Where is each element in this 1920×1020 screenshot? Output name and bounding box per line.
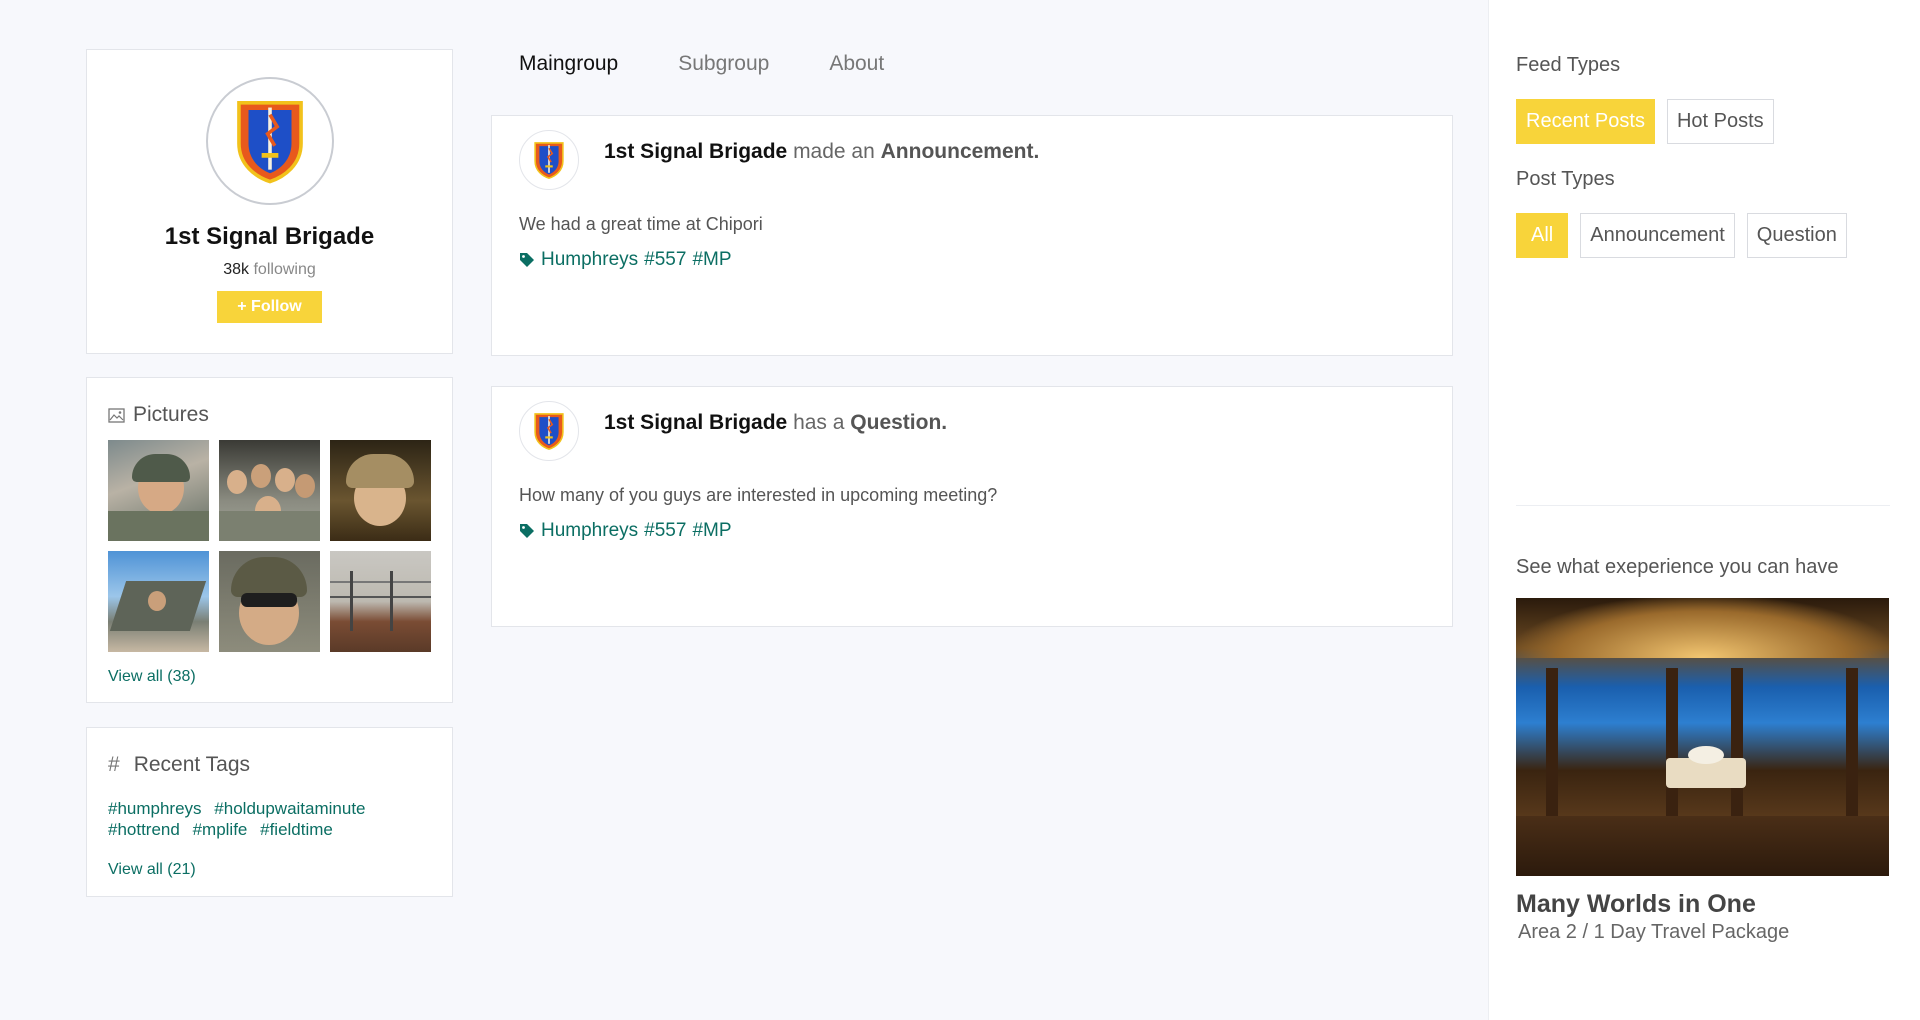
post-tag[interactable]: #557	[644, 520, 686, 542]
following-number: 38k	[223, 261, 250, 278]
post-author[interactable]: 1st Signal Brigade	[604, 411, 787, 434]
post-verb: made an	[793, 140, 875, 163]
shield-icon	[533, 140, 565, 180]
picture-thumb[interactable]	[108, 551, 209, 652]
picture-thumb[interactable]	[330, 440, 431, 541]
picture-grid	[108, 440, 431, 652]
post-body: How many of you guys are interested in u…	[519, 485, 998, 505]
tab-subgroup[interactable]: Subgroup	[678, 52, 769, 76]
following-count: 38k following	[87, 261, 452, 279]
recent-tags-title-text: Recent Tags	[133, 753, 251, 776]
right-sidebar: Feed Types Recent Posts Hot Posts Post T…	[1488, 0, 1920, 1020]
hash-icon: #	[108, 753, 120, 776]
tags-view-all[interactable]: View all (21)	[108, 861, 196, 879]
post-tag[interactable]: Humphreys	[541, 520, 638, 542]
tag-list: #humphreys #holdupwaitaminute #hottrend …	[108, 798, 428, 840]
feed-post[interactable]: 1st Signal Brigade made an Announcement.…	[491, 115, 1453, 356]
post-tag[interactable]: #557	[644, 249, 686, 271]
post-tag[interactable]: #MP	[692, 249, 731, 271]
post-author[interactable]: 1st Signal Brigade	[604, 140, 787, 163]
pictures-view-all[interactable]: View all (38)	[108, 668, 196, 686]
promo-title[interactable]: Many Worlds in One	[1516, 890, 1756, 919]
post-tags: Humphreys #557 #MP	[519, 520, 732, 542]
picture-thumb[interactable]	[219, 551, 320, 652]
pictures-title: Pictures	[108, 403, 209, 427]
filter-announcement[interactable]: Announcement	[1580, 213, 1735, 258]
group-emblem[interactable]	[205, 77, 334, 205]
promo-subtitle: Area 2 / 1 Day Travel Package	[1518, 921, 1790, 943]
post-header: 1st Signal Brigade has a Question.	[604, 411, 947, 435]
tab-maingroup[interactable]: Maingroup	[519, 52, 618, 76]
following-label: following	[253, 261, 316, 278]
shield-icon	[234, 98, 306, 184]
group-tabs: Maingroup Subgroup About	[519, 52, 884, 76]
filter-all[interactable]: All	[1516, 213, 1569, 258]
filter-question[interactable]: Question	[1746, 213, 1847, 258]
picture-thumb[interactable]	[219, 440, 320, 541]
post-body: We had a great time at Chipori	[519, 214, 763, 234]
post-verb: has a	[793, 411, 845, 434]
tab-about[interactable]: About	[829, 52, 884, 76]
post-header: 1st Signal Brigade made an Announcement.	[604, 140, 1039, 164]
post-type: Question.	[850, 411, 948, 434]
pictures-title-text: Pictures	[133, 403, 209, 426]
post-types-title: Post Types	[1516, 168, 1615, 190]
promo-heading: See what exeperience you can have	[1516, 556, 1839, 578]
feed-post[interactable]: 1st Signal Brigade has a Question. How m…	[491, 386, 1453, 627]
picture-thumb[interactable]	[108, 440, 209, 541]
tag-item[interactable]: #holdupwaitaminute	[214, 799, 365, 818]
post-tags: Humphreys #557 #MP	[519, 249, 732, 271]
filter-hot-posts[interactable]: Hot Posts	[1666, 99, 1774, 144]
recent-tags-card: # Recent Tags #humphreys #holdupwaitamin…	[86, 727, 453, 897]
post-tag[interactable]: #MP	[692, 520, 731, 542]
sidebar-divider	[1516, 505, 1890, 506]
tag-item[interactable]: #humphreys	[108, 799, 202, 818]
feed-type-filters: Recent Posts Hot Posts	[1516, 99, 1774, 144]
recent-tags-title: # Recent Tags	[108, 753, 250, 777]
post-type: Announcement.	[880, 140, 1040, 163]
pictures-card: Pictures View all (38)	[86, 377, 453, 703]
group-name: 1st Signal Brigade	[164, 223, 375, 250]
post-type-filters: All Announcement Question	[1516, 213, 1847, 258]
tag-item[interactable]: #hottrend	[108, 820, 180, 839]
promo-image[interactable]	[1516, 598, 1889, 876]
tag-item[interactable]: #mplife	[193, 820, 248, 839]
picture-thumb[interactable]	[330, 551, 431, 652]
post-tag[interactable]: Humphreys	[541, 249, 638, 271]
tag-item[interactable]: #fieldtime	[260, 820, 333, 839]
post-avatar[interactable]	[519, 401, 579, 461]
feed-types-title: Feed Types	[1516, 54, 1621, 76]
profile-card: 1st Signal Brigade 38k following + Follo…	[86, 49, 453, 354]
tag-icon	[520, 253, 534, 267]
filter-recent-posts[interactable]: Recent Posts	[1516, 99, 1655, 144]
follow-button[interactable]: + Follow	[217, 291, 322, 323]
tag-icon	[520, 524, 534, 538]
image-icon	[108, 407, 125, 423]
post-avatar[interactable]	[519, 130, 579, 190]
shield-icon	[533, 411, 565, 451]
